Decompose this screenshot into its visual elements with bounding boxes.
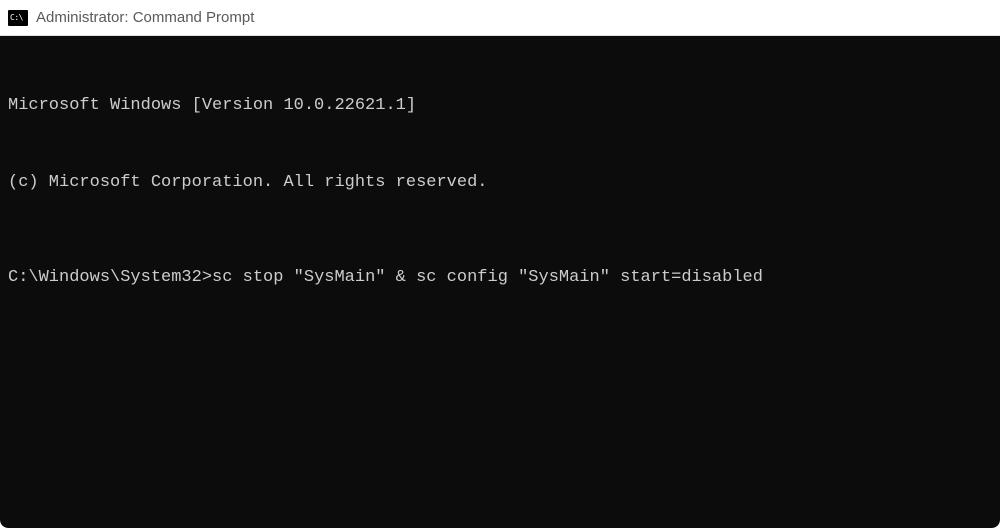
terminal-area[interactable]: Microsoft Windows [Version 10.0.22621.1]… xyxy=(0,36,1000,528)
cmd-app-icon: C:\ xyxy=(8,10,28,26)
command-input[interactable]: sc stop "SysMain" & sc config "SysMain" … xyxy=(212,268,763,287)
prompt-line: C:\Windows\System32>sc stop "SysMain" & … xyxy=(8,265,992,291)
titlebar[interactable]: C:\ Administrator: Command Prompt xyxy=(0,0,1000,36)
command-prompt-window: C:\ Administrator: Command Prompt Micros… xyxy=(0,0,1000,528)
window-title: Administrator: Command Prompt xyxy=(36,9,254,26)
banner-line-2: (c) Microsoft Corporation. All rights re… xyxy=(8,170,992,196)
prompt-path: C:\Windows\System32> xyxy=(8,268,212,287)
banner-line-1: Microsoft Windows [Version 10.0.22621.1] xyxy=(8,93,992,119)
cmd-app-icon-label: C:\ xyxy=(10,13,23,22)
